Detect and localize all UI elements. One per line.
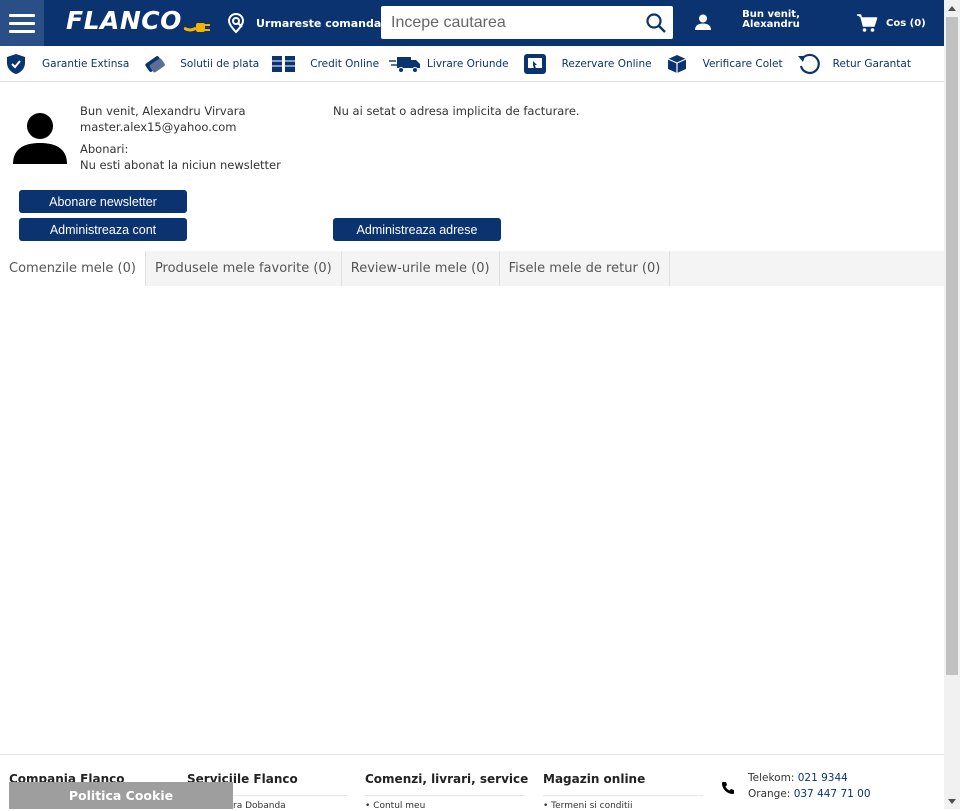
scroll-up-arrow[interactable] <box>944 0 960 16</box>
manage-account-button[interactable]: Administreaza cont <box>19 218 187 241</box>
cart-link[interactable]: Cos (0) <box>856 13 926 33</box>
avatar-icon <box>13 113 67 164</box>
logo-text: FLANCO <box>66 5 182 35</box>
box-icon <box>667 55 686 73</box>
features-bar: Garantie Extinsa Solutii de plata Credit… <box>0 47 944 82</box>
footer-link[interactable]: • Termeni si conditii <box>543 801 633 811</box>
feature-label: Garantie Extinsa <box>42 58 130 70</box>
reservation-icon <box>523 54 546 74</box>
search-icon[interactable] <box>645 12 667 34</box>
footer-divider <box>365 795 525 796</box>
feature-verificare-colet[interactable]: Verificare Colet <box>666 47 783 81</box>
account-tabs: Comenzile mele (0) Produsele mele favori… <box>0 251 944 286</box>
footer-heading-shop: Magazin online <box>543 772 646 786</box>
orange-number[interactable]: 037 447 71 00 <box>794 788 871 800</box>
footer-divider <box>543 795 703 796</box>
payment-icon <box>145 56 166 73</box>
plug-icon <box>183 23 210 32</box>
feature-label: Retur Garantat <box>832 58 911 70</box>
cart-label: Cos (0) <box>886 17 926 29</box>
search-box <box>381 6 673 39</box>
feature-garantie-extinsa[interactable]: Garantie Extinsa <box>5 47 129 81</box>
footer-contacts: Telekom: 021 9344 Orange: 037 447 71 00 <box>748 770 871 802</box>
footer-link[interactable]: • Contul meu <box>365 801 425 811</box>
manage-addresses-button[interactable]: Administreaza adrese <box>333 218 501 241</box>
account-info: Bun venit, Alexandru Virvara master.alex… <box>80 103 281 173</box>
phone-icon <box>722 782 734 794</box>
tab-orders[interactable]: Comenzile mele (0) <box>0 251 146 286</box>
scroll-thumb[interactable] <box>946 17 958 675</box>
return-icon <box>797 53 820 75</box>
feature-label: Solutii de plata <box>180 58 260 70</box>
tab-returns[interactable]: Fisele mele de retur (0) <box>500 251 671 286</box>
feature-label: Verificare Colet <box>702 58 783 70</box>
telekom-number[interactable]: 021 9344 <box>798 772 848 784</box>
orange-label: Orange: <box>748 788 791 800</box>
feature-rezervare-online[interactable]: Rezervare Online <box>523 47 652 81</box>
feature-retur-garantat[interactable]: Retur Garantat <box>797 47 911 81</box>
account-name: Bun venit, Alexandru Virvara <box>80 104 246 118</box>
footer-link[interactable]: ra Dobanda <box>233 801 286 811</box>
account-welcome[interactable]: Bun venit, Alexandru <box>727 10 815 30</box>
cookie-policy-button[interactable]: Politica Cookie <box>9 782 233 809</box>
account-email: master.alex15@yahoo.com <box>80 120 237 134</box>
user-icon[interactable] <box>694 13 712 31</box>
welcome-name: Alexandru <box>742 19 800 30</box>
scrollbar[interactable] <box>944 0 960 809</box>
tab-favorites[interactable]: Produsele mele favorite (0) <box>146 251 342 286</box>
feature-label: Credit Online <box>310 58 380 70</box>
billing-address-notice: Nu ai setat o adresa implicita de factur… <box>333 104 580 118</box>
top-header: FLANCO Urmareste comanda Bun venit, Alex… <box>0 0 944 46</box>
feature-livrare-oriunde[interactable]: Livrare Oriunde <box>389 47 509 81</box>
feature-credit-online[interactable]: Credit Online <box>271 47 379 81</box>
footer-heading-orders: Comenzi, livrari, service <box>365 772 529 786</box>
feature-label: Rezervare Online <box>561 58 652 70</box>
track-order-icon <box>227 12 245 34</box>
subscriptions-value: Nu esti abonat la niciun newsletter <box>80 158 281 172</box>
flanco-logo[interactable]: FLANCO <box>66 3 210 37</box>
feature-label: Livrare Oriunde <box>427 58 509 70</box>
telekom-label: Telekom: <box>748 772 795 784</box>
cart-icon <box>857 14 878 32</box>
tab-reviews[interactable]: Review-urile mele (0) <box>342 251 500 286</box>
track-order-link[interactable]: Urmareste comanda <box>226 11 381 35</box>
search-input[interactable] <box>381 6 631 39</box>
menu-icon[interactable] <box>0 0 44 46</box>
credit-icon <box>272 56 296 72</box>
shield-icon <box>7 54 25 74</box>
track-order-label: Urmareste comanda <box>256 16 382 30</box>
subscriptions-label: Abonari: <box>80 142 129 156</box>
newsletter-button[interactable]: Abonare newsletter <box>19 190 187 213</box>
feature-solutii-de-plata[interactable]: Solutii de plata <box>143 47 259 81</box>
scroll-down-arrow[interactable] <box>944 793 960 809</box>
truck-icon <box>389 57 421 73</box>
